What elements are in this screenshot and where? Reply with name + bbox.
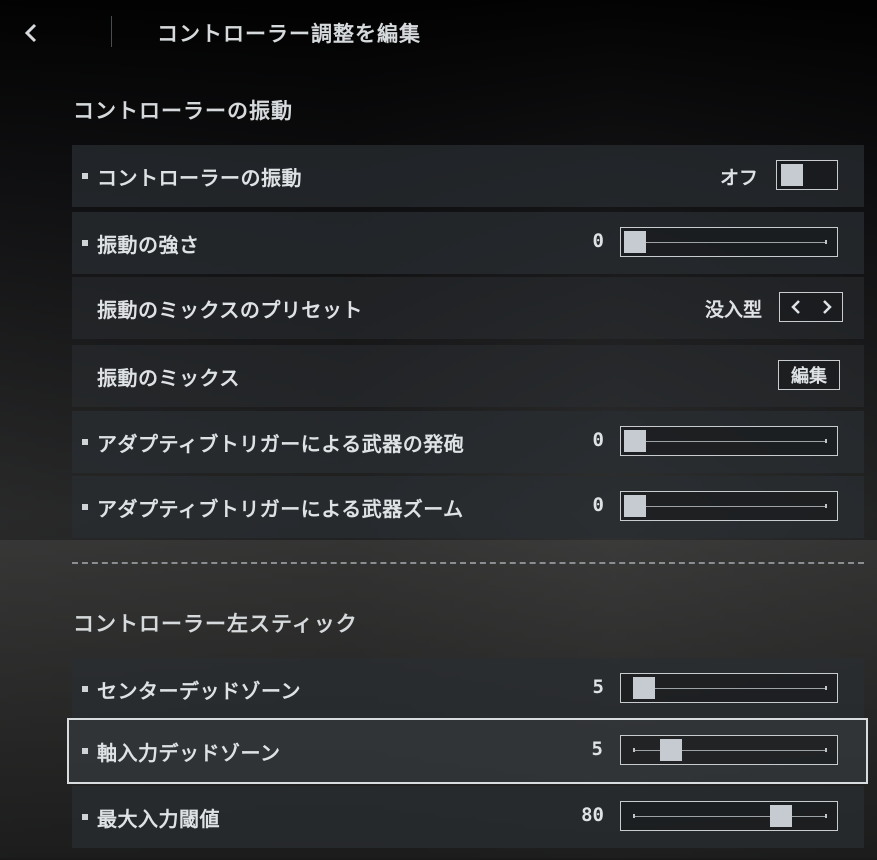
slider-tick	[825, 504, 827, 508]
setting-label: 振動のミックス	[97, 366, 240, 390]
slider-track	[633, 816, 827, 817]
slider-tick	[825, 240, 827, 244]
setting-value: 5	[591, 738, 603, 760]
slider-track	[633, 441, 827, 442]
setting-row-mix[interactable]: 振動のミックス 編集	[72, 345, 864, 407]
page-title: コントローラー調整を編集	[157, 22, 421, 46]
setting-value: 0	[592, 494, 604, 516]
setting-row-preset[interactable]: 振動のミックスのプリセット 没入型	[72, 277, 864, 339]
preset-selector	[779, 292, 843, 322]
slider-thumb[interactable]	[624, 430, 646, 452]
bullet-icon	[82, 686, 88, 692]
header: コントローラー調整を編集	[0, 0, 877, 64]
slider-tick	[825, 686, 827, 690]
max-threshold-slider[interactable]	[620, 801, 838, 831]
center-deadzone-slider[interactable]	[620, 673, 838, 703]
chevron-left-icon	[790, 300, 800, 314]
section-title-vibration: コントローラーの振動	[73, 99, 293, 123]
setting-row-axial-deadzone[interactable]: 軸入力デッドゾーン 5	[67, 718, 868, 784]
setting-label: 軸入力デッドゾーン	[97, 741, 281, 765]
setting-value: 0	[592, 230, 604, 252]
bullet-icon	[82, 748, 88, 754]
setting-row-trigger-fire[interactable]: アダプティブトリガーによる武器の発砲 0	[72, 411, 864, 473]
setting-label: 最大入力閾値	[97, 807, 220, 831]
slider-thumb[interactable]	[632, 677, 655, 699]
setting-row-strength[interactable]: 振動の強さ 0	[72, 212, 864, 274]
setting-label: センターデッドゾーン	[97, 679, 301, 703]
edit-button[interactable]: 編集	[778, 360, 840, 390]
slider-thumb[interactable]	[624, 231, 646, 253]
bullet-icon	[82, 173, 88, 179]
setting-label: コントローラーの振動	[97, 166, 302, 190]
slider-thumb[interactable]	[624, 495, 646, 517]
setting-row-trigger-zoom[interactable]: アダプティブトリガーによる武器ズーム 0	[72, 476, 864, 538]
slider-track	[633, 688, 827, 689]
vibration-toggle[interactable]	[776, 160, 838, 190]
slider-tick	[825, 814, 827, 818]
toggle-state-label: オフ	[719, 167, 758, 189]
section-title-left-stick: コントローラー左スティック	[73, 612, 358, 636]
slider-tick	[825, 439, 827, 443]
slider-thumb[interactable]	[659, 739, 682, 761]
setting-row-vibration[interactable]: コントローラーの振動 オフ	[72, 145, 864, 207]
setting-label: アダプティブトリガーによる武器の発砲	[97, 432, 465, 456]
back-button[interactable]	[14, 18, 48, 48]
toggle-knob	[781, 164, 803, 186]
header-divider	[111, 16, 112, 47]
slider-tick	[633, 748, 635, 752]
bullet-icon	[82, 240, 88, 246]
setting-value: 0	[592, 429, 604, 451]
preset-next-button[interactable]	[816, 295, 838, 319]
setting-label: アダプティブトリガーによる武器ズーム	[97, 497, 464, 521]
section-divider	[72, 562, 864, 564]
bullet-icon	[82, 439, 88, 445]
preset-value: 没入型	[704, 299, 762, 321]
setting-row-center-deadzone[interactable]: センターデッドゾーン 5	[72, 658, 864, 720]
setting-row-max-threshold[interactable]: 最大入力閾値 80	[72, 786, 864, 848]
axial-deadzone-slider[interactable]	[620, 735, 838, 765]
bullet-icon	[82, 814, 88, 820]
preset-prev-button[interactable]	[785, 295, 807, 319]
trigger-fire-slider[interactable]	[620, 426, 838, 456]
slider-track	[633, 242, 827, 243]
setting-label: 振動の強さ	[97, 233, 200, 257]
slider-thumb[interactable]	[769, 805, 792, 827]
chevron-right-icon	[822, 300, 832, 314]
strength-slider[interactable]	[620, 227, 838, 257]
bullet-icon	[82, 504, 88, 510]
chevron-left-icon	[24, 23, 37, 43]
trigger-zoom-slider[interactable]	[620, 491, 838, 521]
slider-tick	[633, 814, 635, 818]
setting-value: 80	[581, 804, 604, 826]
slider-tick	[825, 748, 827, 752]
setting-label: 振動のミックスのプリセット	[97, 298, 363, 322]
slider-track	[633, 506, 827, 507]
setting-value: 5	[592, 676, 604, 698]
